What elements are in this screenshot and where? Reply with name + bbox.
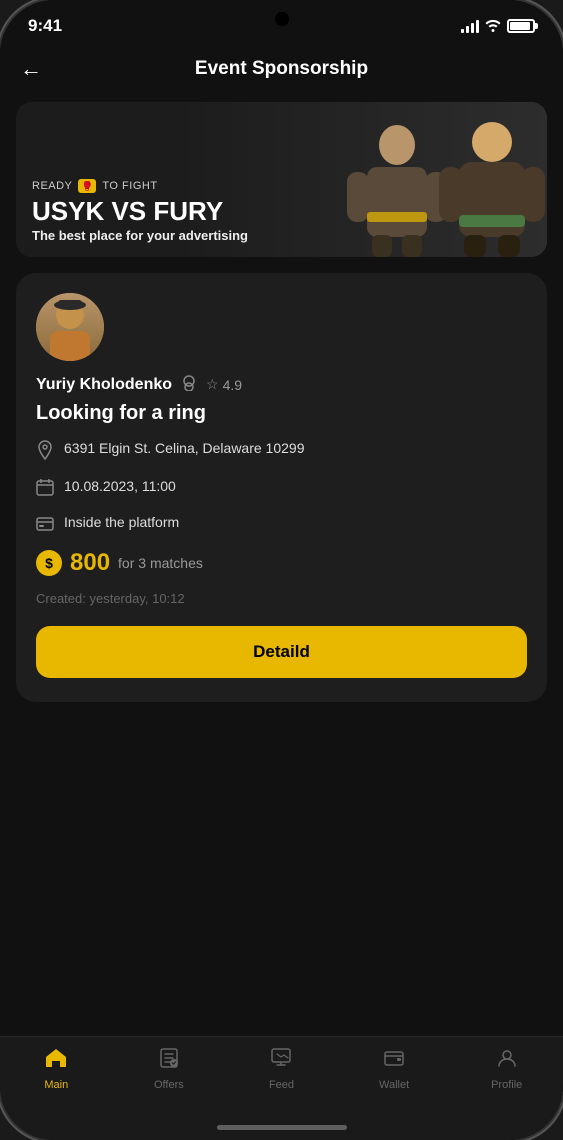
datetime-text: 10.08.2023, 11:00	[64, 477, 176, 497]
nav-label-offers: Offers	[154, 1079, 184, 1091]
avatar	[36, 293, 104, 361]
banner-overlay: READY 🥊 TO FIGHT USYK VS FURY The best p…	[16, 102, 547, 257]
event-banner[interactable]: READY 🥊 TO FIGHT USYK VS FURY The best p…	[16, 102, 547, 257]
boxing-glove-icon: 🥊	[78, 179, 96, 193]
rating-value: 4.9	[223, 377, 242, 393]
feed-icon	[270, 1047, 292, 1075]
home-indicator-area	[0, 1119, 563, 1140]
calendar-icon	[36, 478, 54, 501]
wifi-icon	[485, 18, 501, 35]
created-text: Created: yesterday, 10:12	[36, 591, 527, 606]
banner-title: USYK VS FURY	[32, 197, 531, 226]
nav-item-profile[interactable]: Profile	[477, 1047, 537, 1091]
datetime-row: 10.08.2023, 11:00	[36, 477, 527, 501]
nav-label-feed: Feed	[269, 1079, 294, 1091]
payment-text: Inside the platform	[64, 513, 179, 533]
back-button[interactable]: ←	[20, 52, 50, 86]
bottom-nav: Main Offers	[0, 1036, 563, 1119]
address-row: 6391 Elgin St. Celina, Delaware 10299	[36, 439, 527, 465]
scroll-content: READY 🥊 TO FIGHT USYK VS FURY The best p…	[0, 102, 563, 1036]
payment-row: Inside the platform	[36, 513, 527, 537]
dollar-icon: $	[36, 550, 62, 576]
card-title: Looking for a ring	[36, 402, 527, 425]
banner-subtitle: The best place for your advertising	[32, 228, 531, 243]
payment-icon	[36, 514, 54, 537]
detail-button[interactable]: Detaild	[36, 626, 527, 678]
status-icons	[461, 18, 535, 35]
banner-fight-text: TO FIGHT	[102, 180, 157, 192]
nav-label-profile: Profile	[491, 1079, 522, 1091]
avatar-image	[36, 293, 104, 361]
star-icon: ☆	[206, 376, 219, 393]
user-name: Yuriy Kholodenko	[36, 376, 172, 394]
nav-label-main: Main	[44, 1079, 68, 1091]
camera-dot	[275, 12, 289, 26]
wallet-icon	[383, 1047, 405, 1075]
address-text: 6391 Elgin St. Celina, Delaware 10299	[64, 439, 305, 459]
page-title: Event Sponsorship	[50, 58, 513, 80]
battery-icon	[507, 19, 535, 33]
phone-frame: 9:41 ← Event S	[0, 0, 563, 1140]
phone-screen: 9:41 ← Event S	[0, 0, 563, 1140]
signal-bars-icon	[461, 19, 479, 33]
home-indicator	[217, 1125, 347, 1130]
event-card: Yuriy Kholodenko ☆ 4.9 Looking for a rin…	[16, 273, 547, 702]
nav-item-wallet[interactable]: Wallet	[364, 1047, 424, 1091]
nav-label-wallet: Wallet	[379, 1079, 409, 1091]
location-icon	[36, 440, 54, 465]
profile-icon	[496, 1047, 518, 1075]
price-amount: 800	[70, 549, 110, 577]
home-icon	[44, 1047, 68, 1075]
user-verified-icon	[180, 373, 198, 396]
price-row: $ 800 for 3 matches	[36, 549, 527, 577]
offers-icon	[158, 1047, 180, 1075]
nav-item-main[interactable]: Main	[26, 1047, 86, 1091]
banner-ready-text: READY	[32, 180, 72, 192]
nav-item-offers[interactable]: Offers	[139, 1047, 199, 1091]
user-info-row: Yuriy Kholodenko ☆ 4.9	[36, 373, 527, 396]
price-suffix: for 3 matches	[118, 555, 203, 571]
rating-wrap: ☆ 4.9	[206, 376, 242, 393]
banner-top-label: READY 🥊 TO FIGHT	[32, 179, 531, 193]
nav-item-feed[interactable]: Feed	[251, 1047, 311, 1091]
header: ← Event Sponsorship	[0, 44, 563, 102]
status-time: 9:41	[28, 16, 62, 36]
